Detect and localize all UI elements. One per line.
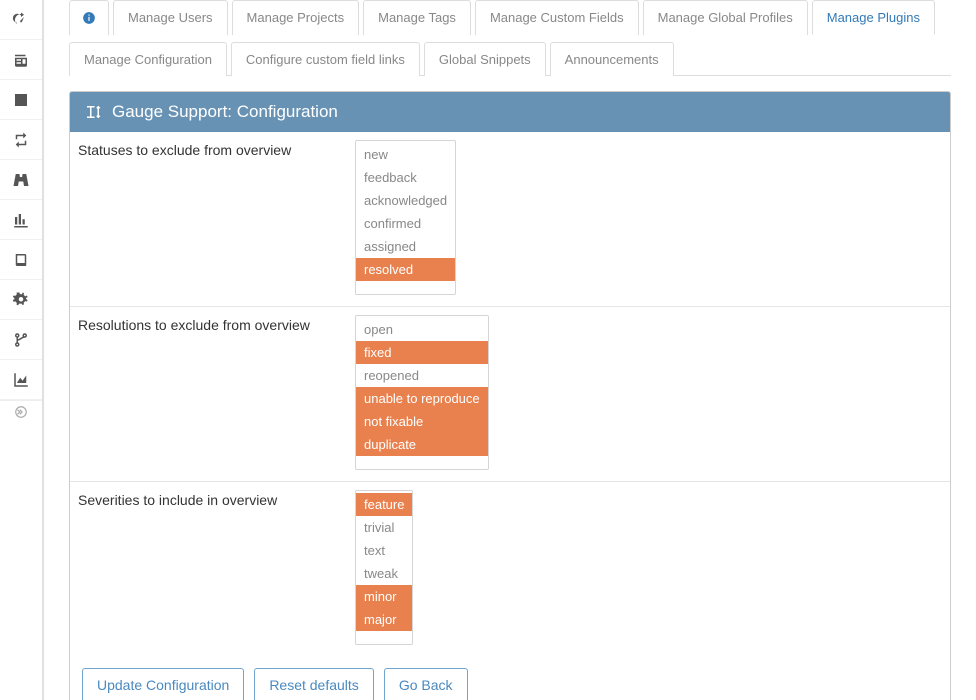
config-control: openfixedreopenedunable to reproducenot …	[345, 307, 950, 481]
repeat-icon	[12, 131, 30, 149]
tab-configure-custom-field-links[interactable]: Configure custom field links	[231, 42, 420, 76]
config-row: Statuses to exclude from overviewnewfeed…	[70, 132, 950, 307]
config-panel: Gauge Support: Configuration Statuses to…	[69, 91, 951, 700]
list-option[interactable]: new	[356, 143, 455, 166]
sidebar-item-stats[interactable]	[0, 200, 42, 240]
sidebar-item-retweet[interactable]	[0, 120, 42, 160]
list-option[interactable]: feature	[356, 493, 412, 516]
book-icon	[12, 251, 30, 269]
sidebar-collapse-toggle[interactable]	[0, 400, 42, 422]
go-back-button[interactable]: Go Back	[384, 668, 468, 700]
list-option[interactable]: not fixable	[356, 410, 488, 433]
config-control: featuretrivialtexttweakminormajor	[345, 482, 950, 656]
tab-global-snippets[interactable]: Global Snippets	[424, 42, 546, 76]
list-option[interactable]: reopened	[356, 364, 488, 387]
admin-tabs: Manage Users Manage Projects Manage Tags…	[69, 0, 951, 76]
tab-label: Manage Users	[128, 10, 213, 25]
panel-footer: Update Configuration Reset defaults Go B…	[70, 656, 950, 700]
update-configuration-button[interactable]: Update Configuration	[82, 668, 244, 700]
tab-label: Manage Tags	[378, 10, 456, 25]
config-control: newfeedbackacknowledgedconfirmedassigned…	[345, 132, 950, 306]
multi-select-listbox[interactable]: openfixedreopenedunable to reproducenot …	[355, 315, 489, 470]
sidebar-item-news[interactable]	[0, 40, 42, 80]
list-option[interactable]: fixed	[356, 341, 488, 364]
chevron-right-double-icon	[14, 405, 28, 419]
list-option[interactable]: confirmed	[356, 212, 455, 235]
sidebar-item-docs[interactable]	[0, 240, 42, 280]
list-option[interactable]: tweak	[356, 562, 412, 585]
code-fork-icon	[12, 331, 30, 349]
tab-label: Manage Plugins	[827, 10, 920, 25]
list-option[interactable]: text	[356, 539, 412, 562]
speedometer-icon	[12, 11, 30, 29]
line-chart-icon	[12, 371, 30, 389]
sidebar-item-dashboard[interactable]	[0, 0, 42, 40]
config-label: Resolutions to exclude from overview	[70, 307, 345, 481]
list-option[interactable]: trivial	[356, 516, 412, 539]
sidebar-item-branch[interactable]	[0, 320, 42, 360]
list-option[interactable]: assigned	[356, 235, 455, 258]
multi-select-listbox[interactable]: newfeedbackacknowledgedconfirmedassigned…	[355, 140, 456, 295]
tab-manage-custom-fields[interactable]: Manage Custom Fields	[475, 0, 639, 35]
tab-manage-tags[interactable]: Manage Tags	[363, 0, 471, 35]
list-option[interactable]: unable to reproduce	[356, 387, 488, 410]
sidebar-item-edit[interactable]	[0, 80, 42, 120]
config-row: Resolutions to exclude from overviewopen…	[70, 307, 950, 482]
sidebar	[0, 0, 43, 700]
list-option[interactable]: minor	[356, 585, 412, 608]
list-option[interactable]: feedback	[356, 166, 455, 189]
tab-label: Manage Projects	[247, 10, 345, 25]
list-option[interactable]: major	[356, 608, 412, 631]
bar-chart-icon	[12, 211, 30, 229]
sidebar-item-trend[interactable]	[0, 360, 42, 400]
tab-manage-users[interactable]: Manage Users	[113, 0, 228, 35]
sidebar-item-road[interactable]	[0, 160, 42, 200]
tab-info[interactable]	[69, 0, 109, 35]
tab-label: Manage Global Profiles	[658, 10, 793, 25]
main-content: Manage Users Manage Projects Manage Tags…	[43, 0, 976, 700]
tab-announcements[interactable]: Announcements	[550, 42, 674, 76]
tab-label: Global Snippets	[439, 52, 531, 67]
road-icon	[12, 171, 30, 189]
config-label: Severities to include in overview	[70, 482, 345, 656]
tab-label: Manage Configuration	[84, 52, 212, 67]
multi-select-listbox[interactable]: featuretrivialtexttweakminormajor	[355, 490, 413, 645]
tab-manage-plugins[interactable]: Manage Plugins	[812, 0, 935, 35]
panel-header: Gauge Support: Configuration	[70, 92, 950, 132]
tab-label: Configure custom field links	[246, 52, 405, 67]
pencil-square-icon	[12, 91, 30, 109]
panel-title: Gauge Support: Configuration	[112, 102, 338, 122]
gears-icon	[12, 291, 30, 309]
info-icon	[82, 11, 96, 25]
tab-label: Announcements	[565, 52, 659, 67]
newspaper-icon	[12, 51, 30, 69]
sidebar-item-settings[interactable]	[0, 280, 42, 320]
tab-manage-projects[interactable]: Manage Projects	[232, 0, 360, 35]
tab-label: Manage Custom Fields	[490, 10, 624, 25]
config-row: Severities to include in overviewfeature…	[70, 482, 950, 656]
reset-defaults-button[interactable]: Reset defaults	[254, 668, 374, 700]
list-option[interactable]: duplicate	[356, 433, 488, 456]
list-option[interactable]: acknowledged	[356, 189, 455, 212]
list-option[interactable]: resolved	[356, 258, 455, 281]
list-option[interactable]: open	[356, 318, 488, 341]
text-height-icon	[84, 103, 102, 121]
tab-manage-global-profiles[interactable]: Manage Global Profiles	[643, 0, 808, 35]
tab-manage-configuration[interactable]: Manage Configuration	[69, 42, 227, 76]
config-label: Statuses to exclude from overview	[70, 132, 345, 306]
